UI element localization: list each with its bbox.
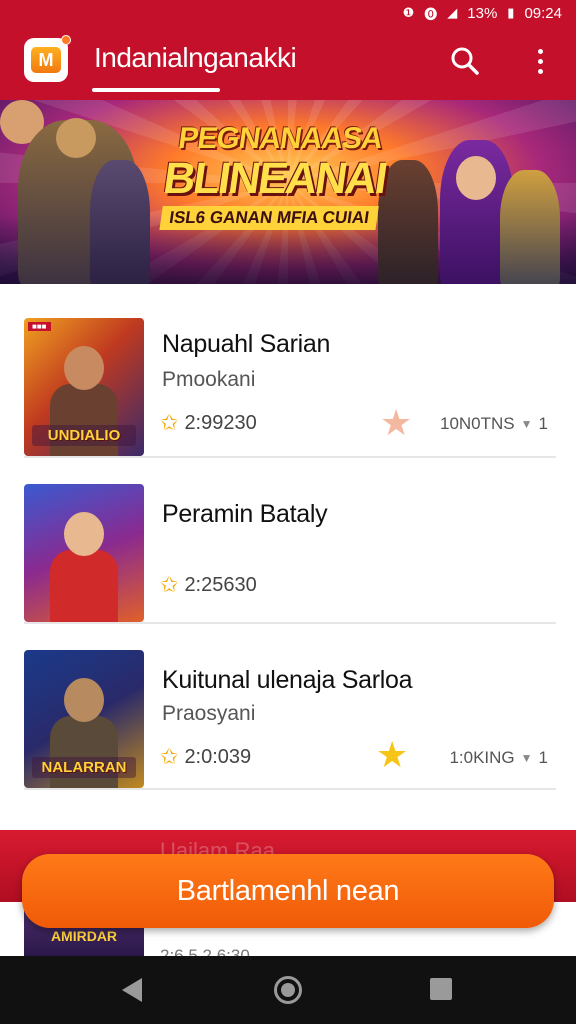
banner-hero-blonde <box>500 170 560 284</box>
list-item[interactable]: NALARRAN Kuitunal ulenaja Sarloa Praosya… <box>24 638 556 790</box>
game-title: Peramin Bataly <box>162 500 328 528</box>
title-underline <box>92 88 220 92</box>
status-bar: ❶ ⓿ ◢ 13% ▮ 09:24 <box>0 0 576 26</box>
thumbnail-logo: AMIRDAR <box>50 928 118 944</box>
rank-label: 1:0KING <box>449 748 515 767</box>
caret-down-icon: ▼ <box>520 751 533 765</box>
game-subtitle: Praosyani <box>162 702 256 725</box>
search-button[interactable] <box>448 44 482 78</box>
banner-title-line2: BLINEANAI <box>160 154 389 203</box>
thumbnail-logo: UNDIALIO <box>32 425 136 446</box>
thumbnail-logo: NALARRAN <box>32 757 136 778</box>
primary-action-button[interactable]: Bartlamenhl nean <box>22 854 554 928</box>
rank-star-icon: ★ <box>380 402 413 443</box>
star-outline-icon: ✩ <box>160 410 179 435</box>
caret-down-icon: ▼ <box>520 417 533 431</box>
game-rating: ✩ 2:99230 <box>160 410 257 436</box>
search-icon <box>451 47 479 75</box>
thumbnail-tag: ■■■ <box>28 322 51 331</box>
more-vert-icon <box>537 48 543 54</box>
banner-hero-hooded <box>90 160 150 284</box>
app-title: Indanialnganakki <box>94 42 297 73</box>
list-item[interactable]: Peramin Bataly ✩ 2:25630 <box>24 472 556 624</box>
game-title: Kuitunal ulenaja Sarloa <box>162 666 413 694</box>
home-icon[interactable] <box>274 976 302 1004</box>
battery-icon: ▮ <box>507 5 515 20</box>
star-outline-icon: ✩ <box>160 744 179 769</box>
rank-dropdown[interactable]: 10N0TNS ▼ 1 <box>440 414 548 434</box>
game-thumbnail <box>24 484 144 622</box>
rank-suffix: 1 <box>538 748 548 767</box>
game-thumbnail: UNDIALIO ■■■ <box>24 318 144 456</box>
banner-headline: PEGNANAASA BLINEANAI ISL6 GANAN MFIA CUI… <box>152 122 397 230</box>
rank-star-icon: ★ <box>376 734 409 775</box>
logo-icon: M <box>31 47 61 73</box>
system-nav-bar <box>0 956 576 1024</box>
rank-dropdown[interactable]: 1:0KING ▼ 1 <box>449 748 548 768</box>
list-item[interactable]: UNDIALIO ■■■ Napuahl Sarian Pmookani ✩ 2… <box>24 306 556 458</box>
app-bar: M Indanialnganakki <box>0 26 576 100</box>
game-subtitle: Pmookani <box>162 368 256 391</box>
rating-value: 2:25630 <box>184 573 257 596</box>
game-thumbnail: NALARRAN <box>24 650 144 788</box>
rank-label: 10N0TNS <box>440 414 515 433</box>
notification-dot-icon <box>61 35 71 45</box>
banner-title-line1: PEGNANAASA <box>176 122 385 155</box>
banner-tagline: ISL6 GANAN MFIA CUIAI <box>159 206 379 230</box>
notification-icon: ⓿ <box>424 6 438 22</box>
game-rating: ✩ 2:0:039 <box>160 744 251 770</box>
back-icon[interactable] <box>122 978 142 1002</box>
game-title: Napuahl Sarian <box>162 330 331 358</box>
signal-icon: ◢ <box>447 5 458 20</box>
notification-icon: ❶ <box>402 5 415 20</box>
app-logo[interactable]: M <box>24 35 71 82</box>
promo-banner[interactable]: PEGNANAASA BLINEANAI ISL6 GANAN MFIA CUI… <box>0 100 576 284</box>
recents-icon[interactable] <box>430 978 452 1000</box>
battery-level: 13% <box>467 4 498 22</box>
overflow-menu-button[interactable] <box>528 44 552 78</box>
game-rating: ✩ 2:25630 <box>160 572 257 598</box>
rank-suffix: 1 <box>538 414 548 433</box>
star-outline-icon: ✩ <box>160 572 179 597</box>
clock: 09:24 <box>524 4 562 22</box>
rating-value: 2:99230 <box>184 411 257 434</box>
rating-value: 2:0:039 <box>184 745 252 768</box>
